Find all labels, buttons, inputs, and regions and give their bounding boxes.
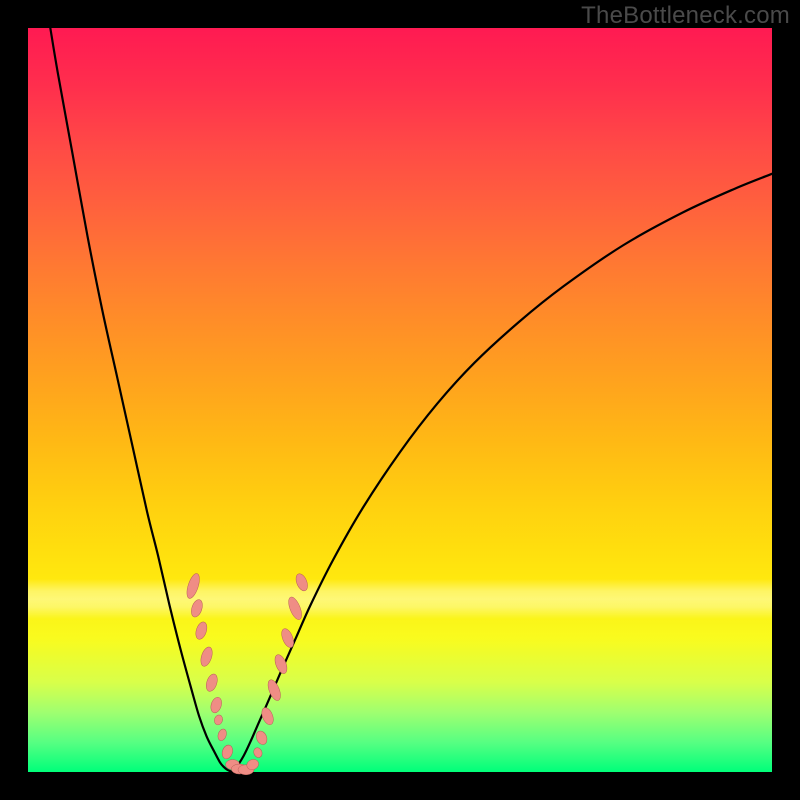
bead-marker bbox=[204, 673, 219, 693]
bead-marker bbox=[184, 572, 202, 600]
watermark-text: TheBottleneck.com bbox=[581, 2, 790, 30]
curve-right-curve bbox=[233, 174, 772, 772]
chart-frame: TheBottleneck.com bbox=[0, 0, 800, 800]
bead-marker bbox=[194, 621, 209, 641]
bead-marker bbox=[217, 728, 228, 742]
bead-marker bbox=[266, 678, 284, 702]
bead-marker bbox=[254, 729, 269, 746]
bead-marker bbox=[252, 747, 263, 759]
bead-marker bbox=[209, 696, 223, 714]
bead-marker bbox=[199, 646, 215, 668]
bead-marker bbox=[189, 598, 204, 618]
bead-marker bbox=[286, 595, 304, 621]
bead-marker bbox=[213, 714, 224, 726]
bead-marker bbox=[294, 572, 310, 592]
curve-layer bbox=[28, 28, 772, 772]
bead-marker bbox=[220, 744, 234, 760]
